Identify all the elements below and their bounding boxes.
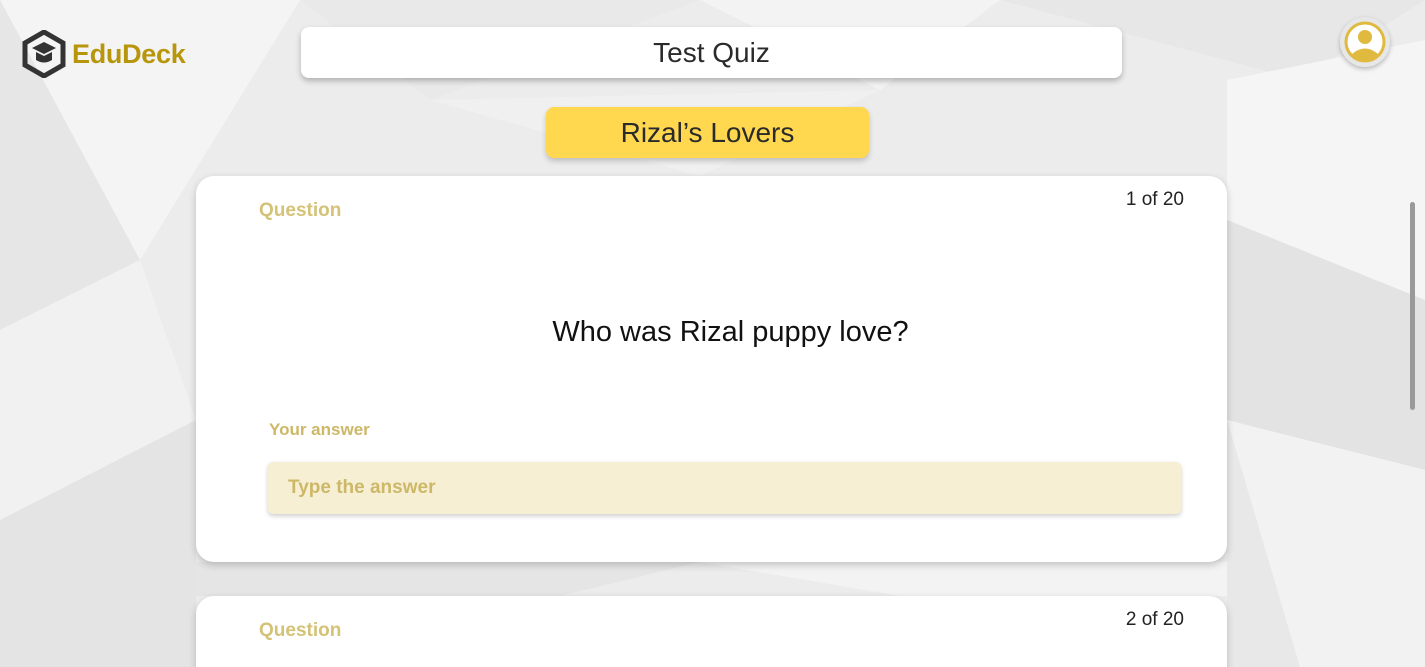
graduation-cap-hexagon-icon: [22, 30, 66, 78]
user-avatar-icon: [1344, 21, 1386, 63]
question-card: Question 2 of 20: [196, 596, 1227, 667]
question-counter: 2 of 20: [1125, 609, 1184, 630]
brand-logo[interactable]: EduDeck: [22, 30, 186, 78]
user-avatar-button[interactable]: [1340, 17, 1390, 67]
answer-input[interactable]: [268, 462, 1181, 514]
question-label: Question: [259, 200, 342, 221]
page-scrollbar[interactable]: [1410, 202, 1415, 410]
deck-name: Rizal’s Lovers: [620, 116, 795, 148]
question-counter: 1 of 20: [1125, 189, 1184, 210]
question-label: Question: [259, 620, 342, 641]
question-card: Question 1 of 20 Who was Rizal puppy lov…: [196, 176, 1227, 562]
quiz-title: Test Quiz: [653, 36, 770, 68]
question-text: Who was Rizal puppy love?: [552, 316, 909, 348]
quiz-title-bar: Test Quiz: [301, 27, 1122, 78]
answer-label: Your answer: [269, 420, 370, 439]
deck-name-badge: Rizal’s Lovers: [546, 107, 869, 158]
brand-name: EduDeck: [72, 38, 186, 69]
